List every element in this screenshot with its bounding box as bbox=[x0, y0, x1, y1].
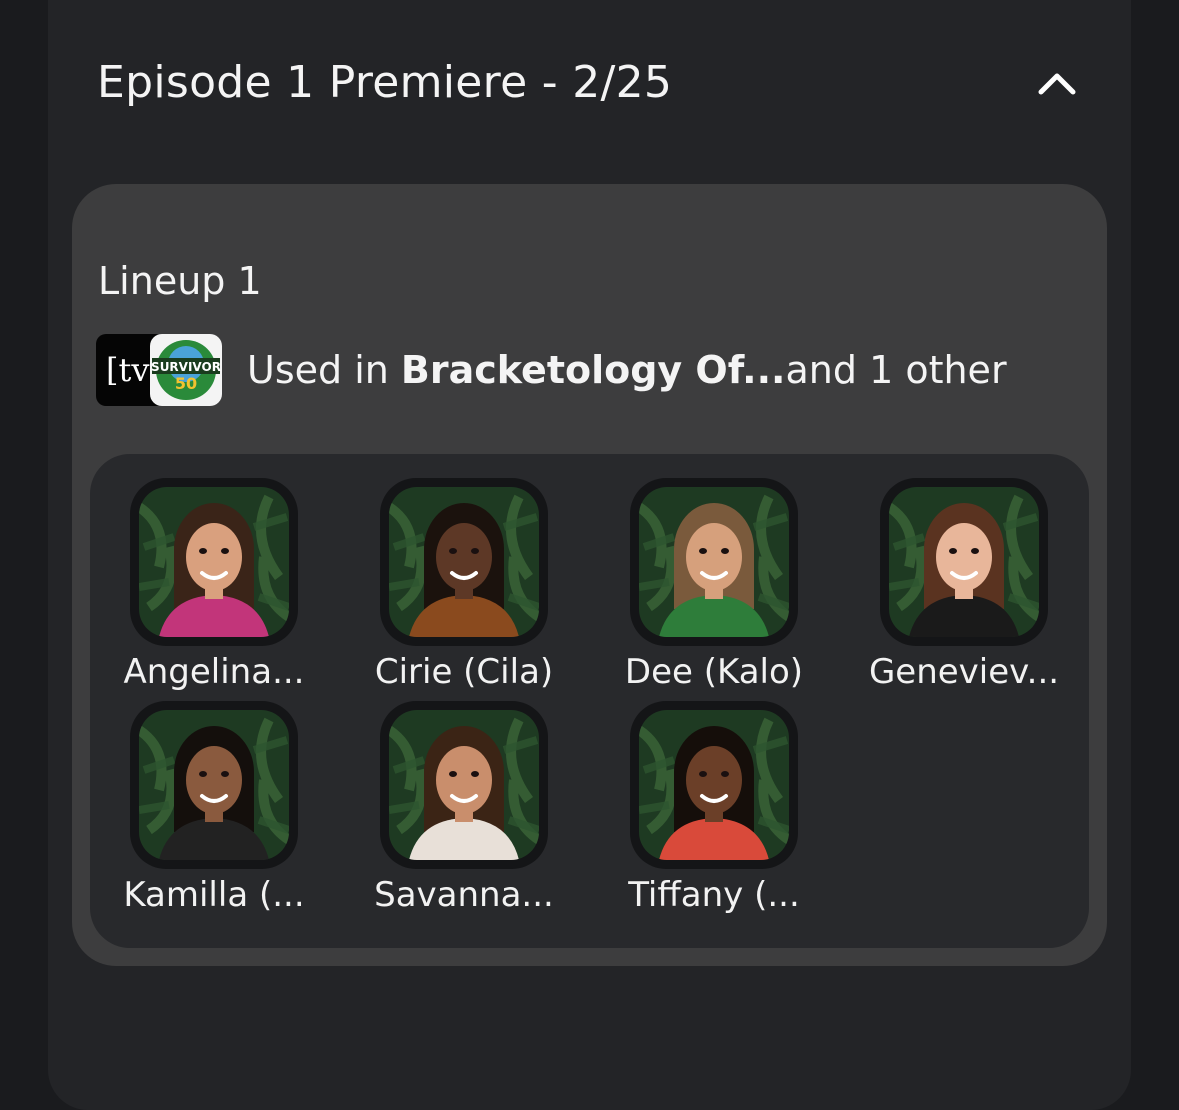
player-avatar[interactable] bbox=[380, 701, 548, 869]
used-in-text: Used in Bracketology Of...and 1 other bbox=[247, 334, 1007, 406]
episode-title: Episode 1 Premiere - 2/25 bbox=[97, 57, 673, 108]
player-photo bbox=[639, 487, 789, 637]
player-card[interactable]: Angelina... bbox=[90, 478, 310, 698]
svg-text:50: 50 bbox=[175, 374, 197, 393]
player-photo bbox=[139, 710, 289, 860]
player-card[interactable]: Cirie (Cila) bbox=[340, 478, 560, 698]
svg-text:SURVIVOR: SURVIVOR bbox=[151, 360, 221, 374]
roster-panel: Angelina... Cirie (Cila) Dee (Kalo) Genevie… bbox=[90, 454, 1089, 948]
league-logos: [tv SURVIVOR 50 bbox=[96, 334, 224, 406]
used-in-suffix[interactable]: and 1 other bbox=[786, 348, 1007, 392]
lineup-card[interactable]: Lineup 1 [tv SURVIVOR 50 Used in Bracket… bbox=[72, 184, 1107, 966]
player-card[interactable]: Geneviev... bbox=[840, 478, 1060, 698]
player-name: Geneviev... bbox=[868, 652, 1060, 692]
player-avatar[interactable] bbox=[130, 478, 298, 646]
survivor-logo: SURVIVOR 50 bbox=[150, 334, 222, 406]
player-photo bbox=[639, 710, 789, 860]
episode-header[interactable]: Episode 1 Premiere - 2/25 bbox=[97, 48, 1082, 118]
player-name: Kamilla (... bbox=[123, 875, 305, 915]
used-in-prefix: Used in bbox=[247, 348, 401, 392]
player-photo bbox=[889, 487, 1039, 637]
lineup-title: Lineup 1 bbox=[98, 259, 262, 303]
player-avatar[interactable] bbox=[630, 701, 798, 869]
player-name: Cirie (Cila) bbox=[374, 652, 554, 692]
episode-card: Episode 1 Premiere - 2/25 Lineup 1 [tv S… bbox=[48, 0, 1131, 1110]
player-name: Dee (Kalo) bbox=[624, 652, 804, 692]
player-name: Angelina... bbox=[123, 652, 305, 692]
player-card[interactable]: Kamilla (... bbox=[90, 701, 310, 921]
player-name: Savanna... bbox=[374, 875, 554, 915]
used-in-row[interactable]: [tv SURVIVOR 50 Used in Bracketology Of.… bbox=[96, 334, 1076, 406]
player-card[interactable]: Savanna... bbox=[340, 701, 560, 921]
player-avatar[interactable] bbox=[380, 478, 548, 646]
chevron-up-icon[interactable] bbox=[1032, 58, 1082, 108]
player-card[interactable]: Tiffany (... bbox=[590, 701, 810, 921]
player-photo bbox=[389, 710, 539, 860]
player-name: Tiffany (... bbox=[628, 875, 800, 915]
player-avatar[interactable] bbox=[630, 478, 798, 646]
player-avatar[interactable] bbox=[880, 478, 1048, 646]
player-card[interactable]: Dee (Kalo) bbox=[590, 478, 810, 698]
league-name[interactable]: Bracketology Of... bbox=[401, 348, 786, 392]
player-avatar[interactable] bbox=[130, 701, 298, 869]
player-photo bbox=[139, 487, 289, 637]
player-photo bbox=[389, 487, 539, 637]
